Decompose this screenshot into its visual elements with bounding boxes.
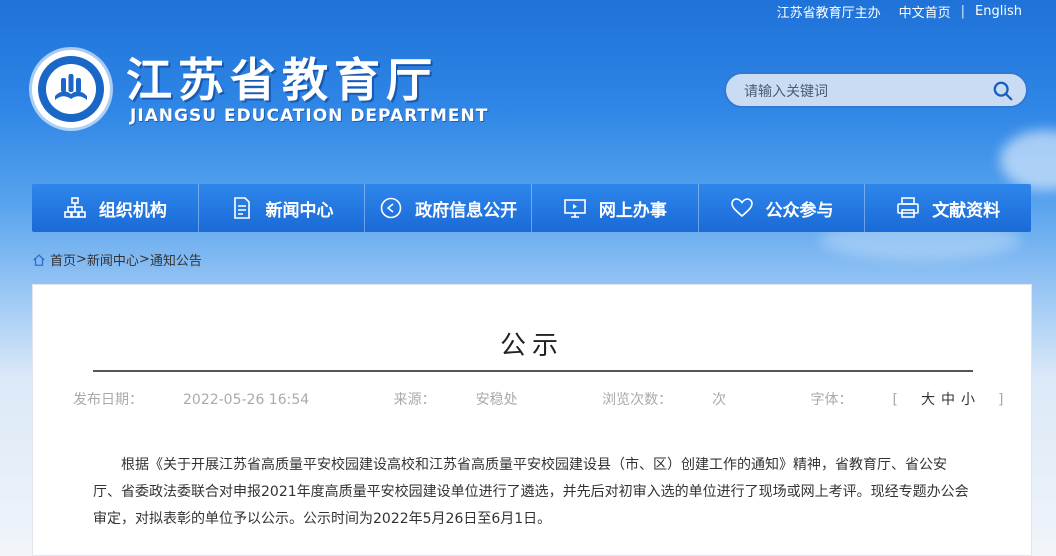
article-body: 根据《关于开展江苏省高质量平安校园建设高校和江苏省高质量平安校园建设县（市、区）… <box>93 452 973 533</box>
nav-item-documents[interactable]: 文献资料 <box>865 184 1031 232</box>
nav-label: 政府信息公开 <box>415 200 518 221</box>
title-divider <box>93 370 973 372</box>
main-nav: 组织机构 新闻中心 政府信息公开 网上办事 公众参与 文献资料 <box>32 184 1031 232</box>
home-icon <box>33 253 45 266</box>
search-box <box>724 72 1028 108</box>
font-medium-button[interactable]: 中 <box>941 392 955 408</box>
chinese-home-link[interactable]: 中文首页 <box>899 2 951 21</box>
breadcrumb: 首页 > 新闻中心 > 通知公告 <box>32 250 202 269</box>
font-size-control: 字体：[大中小] <box>810 392 1004 408</box>
logo-emblem[interactable] <box>32 50 110 128</box>
heart-icon <box>730 198 753 218</box>
breadcrumb-news[interactable]: 新闻中心 <box>87 250 139 269</box>
nav-item-info[interactable]: 政府信息公开 <box>365 184 533 232</box>
site-title: 江苏省教育厅 <box>126 53 438 107</box>
breadcrumb-separator: > <box>138 252 150 267</box>
article-card: 公示 发布日期： 2022-05-26 16:54 来源： 安稳处 浏览次数：次 字… <box>32 284 1032 556</box>
nav-item-org[interactable]: 组织机构 <box>32 184 199 232</box>
document-icon <box>233 197 250 219</box>
body-paragraph: 根据《关于开展江苏省高质量平安校园建设高校和江苏省高质量平安校园建设县（市、区）… <box>93 457 969 527</box>
font-large-button[interactable]: 大 <box>921 392 935 408</box>
top-links: 江苏省教育厅主办 中文首页 | English <box>776 2 1022 21</box>
nav-label: 新闻中心 <box>265 200 334 221</box>
nav-label: 文献资料 <box>932 200 1001 221</box>
nav-item-news[interactable]: 新闻中心 <box>199 184 366 232</box>
nav-item-participation[interactable]: 公众参与 <box>699 184 866 232</box>
breadcrumb-home[interactable]: 首页 <box>50 250 76 269</box>
link-separator: | <box>960 3 966 19</box>
nav-label: 公众参与 <box>765 200 834 221</box>
english-link[interactable]: English <box>975 4 1022 19</box>
publish-date: 发布日期： 2022-05-26 16:54 <box>73 392 310 408</box>
site-subtitle: JIANGSU EDUCATION DEPARTMENT <box>130 106 489 126</box>
article-title: 公示 <box>499 331 564 361</box>
nav-item-online-service[interactable]: 网上办事 <box>532 184 699 232</box>
font-small-button[interactable]: 小 <box>961 392 975 408</box>
nav-label: 网上办事 <box>598 200 667 221</box>
monitor-icon <box>564 199 586 218</box>
host-text: 江苏省教育厅主办 <box>776 5 881 21</box>
printer-icon <box>897 197 919 218</box>
view-count: 浏览次数：次 <box>602 392 727 408</box>
search-icon[interactable] <box>992 80 1014 102</box>
breadcrumb-separator: > <box>76 252 87 267</box>
book-emblem-icon <box>55 74 87 100</box>
article-meta: 发布日期： 2022-05-26 16:54 来源： 安稳处 浏览次数：次 字体：[… <box>33 389 1031 409</box>
nav-label: 组织机构 <box>98 200 167 221</box>
info-badge-icon <box>380 197 402 219</box>
article-source: 来源： 安稳处 <box>393 392 518 408</box>
org-chart-icon <box>64 197 86 218</box>
breadcrumb-notice[interactable]: 通知公告 <box>150 250 202 269</box>
search-input[interactable] <box>742 81 986 103</box>
